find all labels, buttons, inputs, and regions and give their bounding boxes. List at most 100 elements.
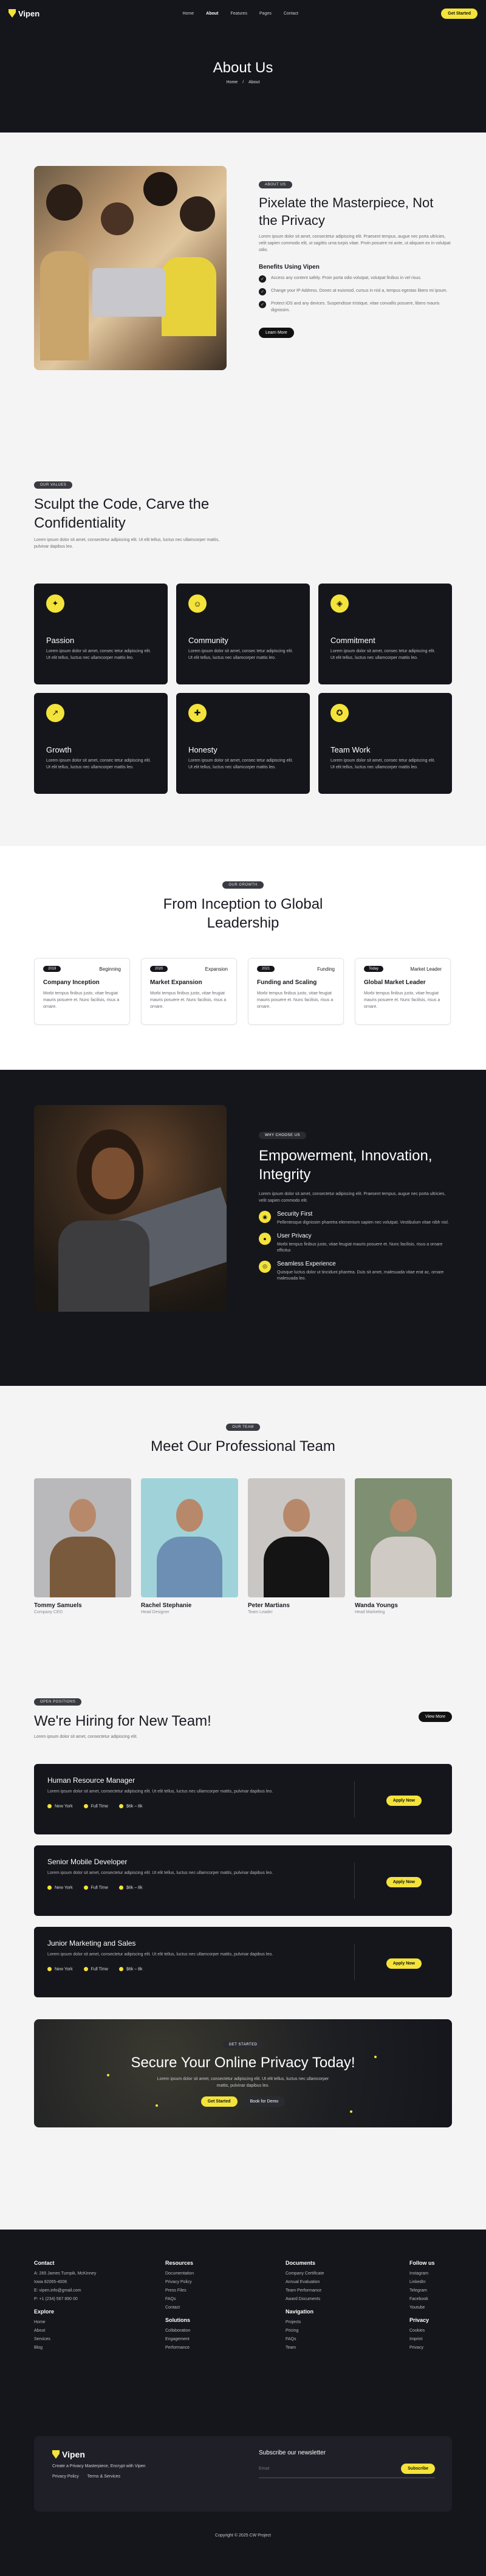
benefit-text: Protect iOS and any devices. Suspendisse… bbox=[271, 301, 440, 312]
view-more-button[interactable]: View More bbox=[419, 1712, 452, 1722]
footer-link-documents[interactable]: Team Performance bbox=[286, 2288, 324, 2293]
team-member-card[interactable]: Rachel Stephanie Head Designer bbox=[141, 1478, 238, 1614]
hiring-badge: OPEN POSITIONS bbox=[34, 1698, 82, 1706]
privacy-policy-link[interactable]: Privacy Policy bbox=[52, 2474, 79, 2479]
timeline-stage: Market Leader bbox=[410, 966, 442, 972]
apply-now-button[interactable]: Apply Now bbox=[386, 1796, 422, 1806]
footer-address: Iowa 82065-4006 bbox=[34, 2280, 67, 2284]
job-divider bbox=[354, 1781, 355, 1817]
nav-link-about[interactable]: About bbox=[206, 12, 218, 16]
footer-heading: Explore bbox=[34, 2309, 55, 2315]
footer-link-follow[interactable]: Instagram bbox=[409, 2271, 435, 2276]
footer-link-solutions[interactable]: Performance bbox=[165, 2346, 194, 2350]
nav-link-home[interactable]: Home bbox=[182, 12, 194, 16]
footer-email[interactable]: E: vipen.info@gmail.com bbox=[34, 2288, 96, 2293]
footer-link-privacy[interactable]: Privacy bbox=[409, 2346, 435, 2350]
benefit-text: Change your IP Address. Donec at euismod… bbox=[271, 288, 448, 293]
book-demo-button[interactable]: Book for Demo bbox=[243, 2096, 286, 2107]
footer-link-explore[interactable]: About bbox=[34, 2329, 96, 2333]
cta-get-started-button[interactable]: Get Started bbox=[200, 2096, 238, 2107]
value-card-title: Team Work bbox=[330, 745, 371, 754]
hero-section: Vipen Home About Features Pages Contact … bbox=[0, 0, 486, 133]
value-card-title: Community bbox=[188, 636, 228, 645]
nav-link-pages[interactable]: Pages bbox=[259, 12, 272, 16]
footer-link-privacy[interactable]: Imprint bbox=[409, 2337, 435, 2341]
footer-link-documents[interactable]: Company Certificate bbox=[286, 2271, 324, 2276]
feature-list: ◉ Security First Pellentesque dignissim ph… bbox=[259, 1211, 453, 1283]
feature-title: Security First bbox=[277, 1211, 313, 1218]
team-meeting-image bbox=[34, 166, 227, 370]
job-description: Lorem ipsum dolor sit amet, consectetur … bbox=[47, 1952, 273, 1957]
apply-now-button[interactable]: Apply Now bbox=[386, 1877, 422, 1887]
breadcrumb: Home / About bbox=[0, 80, 486, 84]
footer-link-resources[interactable]: Contact bbox=[165, 2306, 194, 2310]
footer-address: A: 265 James Turnpik, McKinney bbox=[34, 2271, 97, 2276]
timeline-card: 2019 Beginning Company Inception Morbi temp… bbox=[34, 958, 130, 1025]
team-member-photo bbox=[248, 1478, 345, 1597]
team-section: OUR TEAM Meet Our Professional Team Tomm… bbox=[0, 1386, 486, 1681]
why-badge: WHY CHOOSE US bbox=[259, 1132, 307, 1139]
footer-link-navigation[interactable]: Team bbox=[286, 2346, 324, 2350]
team-member-card[interactable]: Peter Martians Team Leader bbox=[248, 1478, 345, 1614]
footer-link-navigation[interactable]: FAQs bbox=[286, 2337, 324, 2341]
footer-phone[interactable]: P: +1 (234) 567 890 00 bbox=[34, 2297, 96, 2301]
footer-link-privacy[interactable]: Cookies bbox=[409, 2329, 435, 2333]
footer-link-navigation[interactable]: Pricing bbox=[286, 2329, 324, 2333]
feature-text: Quisque luctus dolor ut tincidunt pharet… bbox=[277, 1270, 444, 1281]
team-member-card[interactable]: Wanda Youngs Head Marketing bbox=[355, 1478, 452, 1614]
footer-link-documents[interactable]: Award Documents bbox=[286, 2297, 324, 2301]
footer-link-resources[interactable]: FAQs bbox=[165, 2297, 194, 2301]
subscribe-button[interactable]: Subscribe bbox=[401, 2464, 435, 2474]
breadcrumb-home[interactable]: Home bbox=[227, 80, 238, 84]
learn-more-button[interactable]: Learn More bbox=[259, 328, 294, 339]
footer-link-solutions[interactable]: Engagement bbox=[165, 2337, 194, 2341]
timeline-title: Company Inception bbox=[43, 979, 100, 986]
about-content: ABOUT US Pixelate the Masterpiece, Not t… bbox=[259, 177, 453, 339]
feature-text: Pellentesque dignissim pharetra elementu… bbox=[277, 1221, 449, 1225]
newsletter-email-input[interactable] bbox=[259, 2467, 314, 2471]
nav-link-features[interactable]: Features bbox=[230, 12, 247, 16]
footer-link-follow[interactable]: Telegram bbox=[409, 2288, 435, 2293]
check-icon: ✓ bbox=[259, 275, 266, 283]
apply-now-button[interactable]: Apply Now bbox=[386, 1958, 422, 1969]
footer-link-follow[interactable]: LinkedIn bbox=[409, 2280, 435, 2284]
value-card-title: Commitment bbox=[330, 636, 375, 645]
footer-link-explore[interactable]: Services bbox=[34, 2337, 96, 2341]
timeline-year: 2021 bbox=[257, 966, 275, 972]
page-title: About Us bbox=[213, 60, 273, 76]
footer-link-documents[interactable]: Annual Evaluation bbox=[286, 2280, 324, 2284]
nav-get-started-button[interactable]: Get Started bbox=[441, 8, 477, 19]
footer-link-solutions[interactable]: Collaboration bbox=[165, 2329, 194, 2333]
job-card: Junior Marketing and Sales Lorem ipsum do… bbox=[34, 1927, 452, 1997]
footer-link-explore[interactable]: Blog bbox=[34, 2346, 96, 2350]
footer-link-resources[interactable]: Press Files bbox=[165, 2288, 194, 2293]
value-card-text: Lorem ipsum dolor sit amet, consec tetur… bbox=[46, 759, 151, 770]
timeline-card-header: 2019 Beginning bbox=[43, 966, 121, 972]
footer-link-follow[interactable]: Youtube bbox=[409, 2306, 435, 2310]
timeline-grid: 2019 Beginning Company Inception Morbi temp… bbox=[34, 958, 452, 1025]
site-footer: Contact A: 265 James Turnpik, McKinney I… bbox=[0, 2230, 486, 2576]
feature-title: Seamless Experience bbox=[277, 1260, 336, 1267]
footer-link-navigation[interactable]: Projects bbox=[286, 2320, 324, 2324]
terms-link[interactable]: Terms & Services bbox=[87, 2474, 120, 2479]
team-member-role: Head Designer bbox=[141, 1610, 169, 1614]
footer-heading: Contact bbox=[34, 2260, 55, 2266]
footer-heading: Solutions bbox=[165, 2317, 190, 2323]
team-member-photo bbox=[355, 1478, 452, 1597]
footer-link-resources[interactable]: Documentation bbox=[165, 2271, 194, 2276]
why-text: Lorem ipsum dolor sit amet, consectetur … bbox=[259, 1192, 446, 1204]
footer-link-explore[interactable]: Home bbox=[34, 2320, 96, 2324]
team-member-card[interactable]: Tommy Samuels Company CEO bbox=[34, 1478, 131, 1614]
copyright: Copyright © 2025 CW Project bbox=[215, 2533, 271, 2538]
footer-link-follow[interactable]: Facebook bbox=[409, 2297, 435, 2301]
timeline-text: Morbi tempus finibus justo, vitae feugia… bbox=[257, 991, 334, 1009]
brand-logo[interactable]: Vipen bbox=[9, 9, 39, 18]
value-card-text: Lorem ipsum dolor sit amet, consec tetur… bbox=[188, 759, 293, 770]
footer-link-resources[interactable]: Privacy Policy bbox=[165, 2280, 194, 2284]
timeline-year: 2020 bbox=[150, 966, 168, 972]
job-meta: New York Full Time $6k – 8k bbox=[47, 1885, 439, 1890]
hiring-text: Lorem ipsum dolor sit amet, consectetur … bbox=[34, 1735, 138, 1740]
salary-icon bbox=[118, 1966, 123, 1971]
nav-link-contact[interactable]: Contact bbox=[284, 12, 298, 16]
timeline-year: Today bbox=[364, 966, 384, 972]
